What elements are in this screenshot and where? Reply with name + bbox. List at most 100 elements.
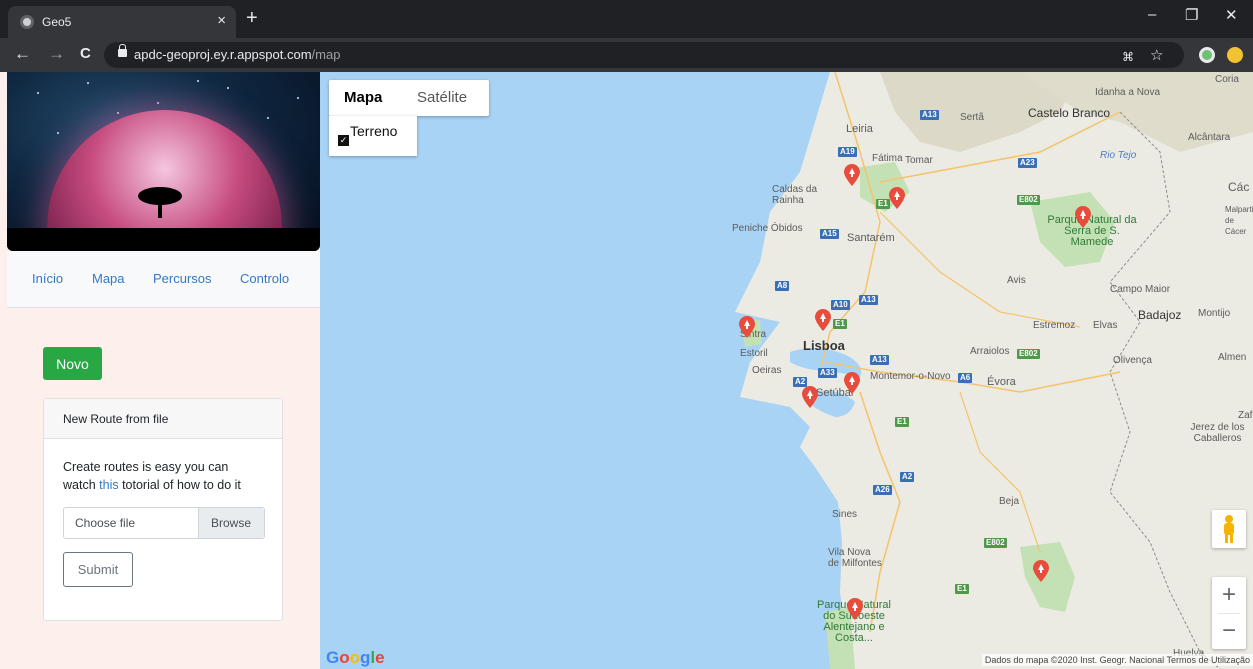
road-shield: A13 bbox=[859, 295, 878, 305]
map-label: Estremoz bbox=[1033, 320, 1076, 331]
road-shield: A26 bbox=[873, 485, 892, 495]
browser-toolbar: ← → C apdc-geoproj.ey.r.appspot.com/map … bbox=[0, 38, 1253, 72]
bookmark-star-icon[interactable]: ☆ bbox=[1150, 46, 1163, 64]
map-label: Tomar bbox=[905, 155, 933, 166]
terrain-label: Terreno bbox=[350, 123, 398, 139]
route-marker-icon[interactable] bbox=[739, 316, 755, 338]
tutorial-link[interactable]: this bbox=[99, 478, 118, 492]
map-label: Các bbox=[1228, 180, 1250, 194]
google-logo[interactable]: Google bbox=[326, 648, 385, 668]
map-label: Leiria bbox=[846, 123, 873, 135]
road-shield: A13 bbox=[870, 355, 889, 365]
route-marker-icon[interactable] bbox=[802, 386, 818, 408]
submit-button[interactable]: Submit bbox=[63, 552, 133, 587]
file-input-placeholder: Choose file bbox=[75, 516, 136, 530]
terrain-checkbox[interactable]: ✓ bbox=[338, 135, 349, 146]
map-label: Estoril bbox=[740, 348, 768, 359]
road-shield: E802 bbox=[984, 538, 1007, 548]
nav-item-percursos[interactable]: Percursos bbox=[153, 271, 212, 286]
profile-avatar-icon[interactable] bbox=[1227, 47, 1243, 63]
road-shield: A6 bbox=[958, 373, 973, 383]
road-shield: E1 bbox=[833, 319, 847, 329]
zoom-out-button[interactable]: − bbox=[1212, 613, 1246, 649]
map-label: Jerez de los Caballeros bbox=[1190, 422, 1245, 444]
road-shield: A15 bbox=[820, 229, 839, 239]
window-close-icon[interactable]: ✕ bbox=[1225, 6, 1238, 24]
road-shield: A23 bbox=[1018, 158, 1037, 168]
route-marker-icon[interactable] bbox=[844, 164, 860, 186]
map-label: Oeiras bbox=[752, 365, 782, 376]
new-route-card: New Route from file Create routes is eas… bbox=[43, 398, 283, 621]
map-label: Santarém bbox=[847, 232, 895, 244]
road-shield: E802 bbox=[1017, 349, 1040, 359]
road-shield: A33 bbox=[818, 368, 837, 378]
road-shield: A19 bbox=[838, 147, 857, 157]
route-marker-icon[interactable] bbox=[1075, 206, 1091, 228]
road-shield: E802 bbox=[1017, 195, 1040, 205]
route-marker-icon[interactable] bbox=[815, 309, 831, 331]
map-label: Lisboa bbox=[803, 338, 845, 353]
file-input[interactable]: Choose file Browse bbox=[63, 507, 265, 539]
route-marker-icon[interactable] bbox=[847, 598, 863, 620]
browser-tab-strip: Geo5 × + – ❐ ✕ bbox=[0, 0, 1253, 38]
minimize-icon[interactable]: – bbox=[1148, 6, 1156, 23]
road-shield: E1 bbox=[876, 199, 890, 209]
route-marker-icon[interactable] bbox=[1033, 560, 1049, 582]
map-type-control: Mapa Satélite bbox=[329, 80, 489, 116]
map-label: Rio Tejo bbox=[1100, 150, 1137, 161]
map-label: Parque Natural da Serra de S. Mamede bbox=[1047, 214, 1137, 248]
map-label: Sertã bbox=[960, 112, 984, 123]
map-label: Montijo bbox=[1198, 308, 1231, 319]
forward-arrow-icon[interactable]: → bbox=[48, 45, 65, 63]
zoom-in-button[interactable]: + bbox=[1212, 577, 1246, 613]
map-label: Olivença bbox=[1113, 355, 1152, 366]
back-arrow-icon[interactable]: ← bbox=[14, 45, 31, 63]
map-label: Badajoz bbox=[1138, 308, 1182, 322]
map-terrain bbox=[735, 72, 1253, 669]
nav-item-controlo[interactable]: Controlo bbox=[240, 271, 289, 286]
browser-tab[interactable]: Geo5 × bbox=[8, 6, 236, 38]
main-nav: Início Mapa Percursos Controlo bbox=[7, 251, 320, 308]
road-shield: A2 bbox=[900, 472, 915, 482]
novo-button[interactable]: Novo bbox=[43, 347, 102, 380]
terrain-toggle[interactable]: ✓ Terreno bbox=[329, 116, 417, 156]
browse-button[interactable]: Browse bbox=[198, 508, 264, 538]
map-label: Avis bbox=[1007, 275, 1026, 286]
nav-item-mapa[interactable]: Mapa bbox=[92, 271, 125, 286]
map-label: Coria bbox=[1215, 74, 1239, 85]
map-label: Zaf bbox=[1238, 410, 1253, 421]
road-shield: A8 bbox=[775, 281, 790, 291]
map-attribution[interactable]: Dados do mapa ©2020 Inst. Geogr. Naciona… bbox=[981, 654, 1253, 666]
map-label: Campo Maior bbox=[1110, 284, 1171, 295]
map-label: Évora bbox=[987, 376, 1016, 388]
map-label: Almen bbox=[1218, 352, 1247, 363]
map-type-mapa-button[interactable]: Mapa bbox=[344, 80, 382, 116]
tab-title: Geo5 bbox=[42, 15, 72, 29]
map-type-satellite-button[interactable]: Satélite bbox=[417, 80, 467, 116]
map-label: Montemor-o-Novo bbox=[870, 371, 951, 382]
map-label: Malparti de Cácer bbox=[1225, 205, 1253, 236]
ground-silhouette bbox=[7, 228, 320, 251]
map-label: Sines bbox=[832, 509, 858, 520]
route-marker-icon[interactable] bbox=[844, 372, 860, 394]
zoom-control: + − bbox=[1212, 577, 1246, 649]
nav-item-inicio[interactable]: Início bbox=[32, 271, 63, 286]
map-label: Alcântara bbox=[1188, 132, 1231, 143]
extension-icon[interactable] bbox=[1199, 47, 1215, 63]
road-shield: E1 bbox=[955, 584, 969, 594]
restore-icon[interactable]: ❐ bbox=[1185, 6, 1198, 24]
new-tab-icon[interactable]: + bbox=[246, 8, 258, 28]
reload-icon[interactable]: C bbox=[80, 45, 91, 63]
translate-icon[interactable]: ⌘ bbox=[1122, 50, 1134, 64]
lock-icon bbox=[118, 44, 127, 57]
map-label: Idanha a Nova bbox=[1095, 87, 1161, 98]
url-text: apdc-geoproj.ey.r.appspot.com/map bbox=[134, 47, 341, 62]
hero-image bbox=[7, 72, 320, 251]
street-view-pegman-icon[interactable] bbox=[1212, 510, 1246, 548]
tree-silhouette-icon bbox=[138, 187, 182, 218]
tab-close-icon[interactable]: × bbox=[217, 12, 226, 29]
map-label: Beja bbox=[999, 496, 1020, 507]
route-marker-icon[interactable] bbox=[889, 187, 905, 209]
address-bar[interactable]: apdc-geoproj.ey.r.appspot.com/map ⌘ ☆ bbox=[104, 42, 1184, 68]
map-canvas[interactable]: Coria Idanha a Nova Castelo Branco Sertã… bbox=[320, 72, 1253, 669]
